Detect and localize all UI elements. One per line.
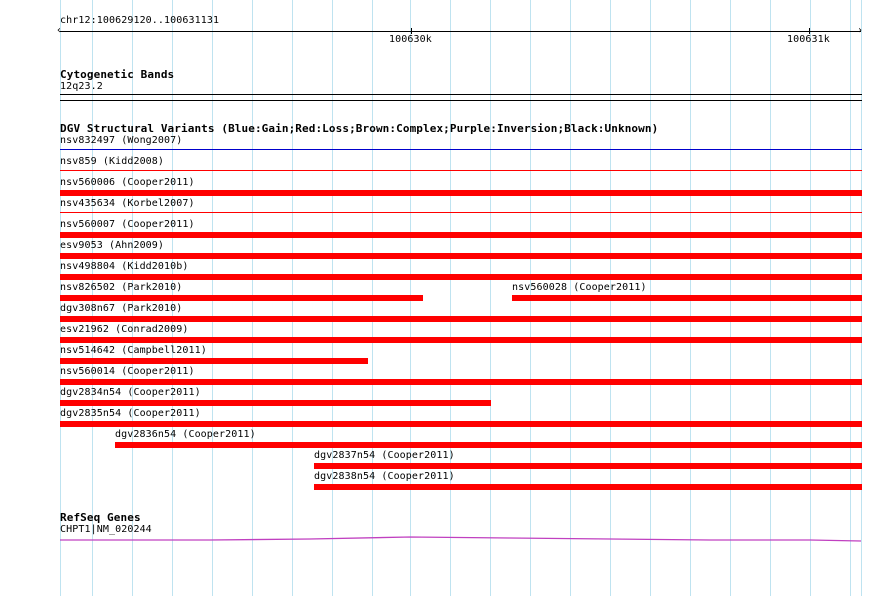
dgv-feature-label[interactable]: nsv826502 (Park2010) xyxy=(60,282,182,294)
dgv-feature-label[interactable]: esv21962 (Conrad2009) xyxy=(60,324,189,336)
dgv-feature-glyph[interactable] xyxy=(60,212,862,213)
dgv-feature-glyph[interactable] xyxy=(60,316,862,322)
dgv-feature-glyph[interactable] xyxy=(314,484,862,490)
dgv-feature-glyph[interactable] xyxy=(60,232,862,238)
dgv-feature-label[interactable]: esv9053 (Ahn2009) xyxy=(60,240,164,252)
ruler-axis-line xyxy=(60,31,861,32)
refseq-track-title: RefSeq Genes xyxy=(60,511,141,524)
dgv-feature-glyph[interactable] xyxy=(60,421,862,427)
refseq-gene-model[interactable] xyxy=(0,532,890,546)
ruler-tick-label: 100630k xyxy=(389,34,432,45)
dgv-feature-glyph[interactable] xyxy=(314,463,862,469)
grid-line xyxy=(490,0,491,596)
dgv-feature-glyph[interactable] xyxy=(60,295,423,301)
cytoband-track-title: Cytogenetic Bands xyxy=(60,68,175,81)
dgv-feature-label[interactable]: nsv560006 (Cooper2011) xyxy=(60,177,195,189)
dgv-feature-glyph[interactable] xyxy=(60,400,491,406)
dgv-feature-glyph[interactable] xyxy=(60,379,862,385)
cytoband-label[interactable]: 12q23.2 xyxy=(60,81,103,93)
gene-intron-line xyxy=(60,536,862,542)
dgv-feature-label[interactable]: dgv2837n54 (Cooper2011) xyxy=(314,450,455,462)
ruler-right-arrow-icon[interactable]: › xyxy=(857,26,863,36)
dgv-feature-glyph[interactable] xyxy=(60,190,862,196)
genome-browser-view: chr12:100629120..100631131 ‹ › 100630k10… xyxy=(0,0,890,596)
dgv-feature-label[interactable]: dgv2834n54 (Cooper2011) xyxy=(60,387,201,399)
dgv-feature-glyph[interactable] xyxy=(60,337,862,343)
dgv-feature-glyph[interactable] xyxy=(60,253,862,259)
grid-line xyxy=(450,0,451,596)
cytoband-line-top[interactable] xyxy=(60,94,862,95)
dgv-feature-label[interactable]: nsv560007 (Cooper2011) xyxy=(60,219,195,231)
dgv-feature-label[interactable]: dgv2836n54 (Cooper2011) xyxy=(115,429,256,441)
dgv-feature-label[interactable]: nsv498804 (Kidd2010b) xyxy=(60,261,189,273)
dgv-track-title: DGV Structural Variants (Blue:Gain;Red:L… xyxy=(60,122,659,135)
dgv-feature-glyph[interactable] xyxy=(115,442,862,448)
dgv-feature-glyph[interactable] xyxy=(60,274,862,280)
dgv-feature-label[interactable]: nsv435634 (Korbel2007) xyxy=(60,198,195,210)
dgv-feature-label[interactable]: dgv2838n54 (Cooper2011) xyxy=(314,471,455,483)
ruler-tick-label: 100631k xyxy=(787,34,830,45)
dgv-feature-glyph[interactable] xyxy=(60,358,368,364)
dgv-feature-label[interactable]: nsv859 (Kidd2008) xyxy=(60,156,164,168)
dgv-feature-label[interactable]: dgv2835n54 (Cooper2011) xyxy=(60,408,201,420)
ruler-range-label: chr12:100629120..100631131 xyxy=(60,15,220,26)
dgv-feature-glyph[interactable] xyxy=(60,170,862,171)
dgv-feature-glyph[interactable] xyxy=(512,295,862,301)
dgv-feature-label[interactable]: nsv832497 (Wong2007) xyxy=(60,135,182,147)
dgv-feature-label[interactable]: dgv308n67 (Park2010) xyxy=(60,303,182,315)
dgv-feature-label[interactable]: nsv560014 (Cooper2011) xyxy=(60,366,195,378)
cytoband-line-bottom[interactable] xyxy=(60,100,862,101)
dgv-feature-label[interactable]: nsv560028 (Cooper2011) xyxy=(512,282,647,294)
dgv-feature-label[interactable]: nsv514642 (Campbell2011) xyxy=(60,345,207,357)
dgv-feature-glyph[interactable] xyxy=(60,149,862,150)
